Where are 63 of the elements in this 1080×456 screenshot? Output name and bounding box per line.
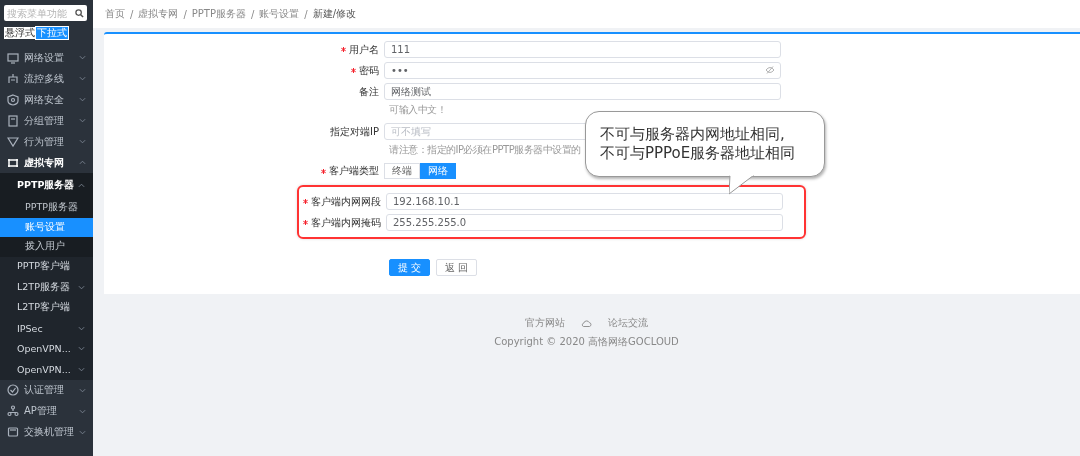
submenu-item[interactable]: PPTP服务器 xyxy=(0,198,93,218)
menu-icon xyxy=(7,72,19,85)
menu-icon xyxy=(7,426,19,438)
back-button[interactable]: 返 回 xyxy=(436,259,478,276)
input-field[interactable]: 111 xyxy=(384,41,781,58)
field-label: 备注 xyxy=(358,84,380,99)
breadcrumb-item[interactable]: 虚拟专网 xyxy=(138,7,179,21)
menu-icon xyxy=(7,93,19,106)
input-field[interactable]: 255.255.255.0 xyxy=(386,214,783,231)
mode-tab[interactable]: 悬浮式 xyxy=(4,27,36,39)
menu-icon xyxy=(7,384,19,396)
submenu-item[interactable]: IPSec xyxy=(0,318,93,339)
menu-item[interactable]: 虚拟专网 xyxy=(0,152,93,173)
eye-hidden-icon[interactable] xyxy=(765,66,775,74)
hint-text: 可输入中文！ xyxy=(389,104,446,115)
field-label: 密码 xyxy=(104,63,384,78)
submenu-item[interactable]: L2TP客户端 xyxy=(0,297,93,318)
submenu-item[interactable]: 拨入用户 xyxy=(0,237,93,257)
menu-item[interactable]: 交换机管理 xyxy=(0,421,93,443)
menu-icon xyxy=(7,135,19,148)
menu-icon xyxy=(7,405,19,417)
field-label: 客户端内网掩码 xyxy=(299,215,386,230)
breadcrumb-item: 新建/修改 xyxy=(312,7,357,21)
required-icon xyxy=(321,168,326,174)
breadcrumb-separator: / xyxy=(130,8,134,20)
required-icon xyxy=(303,220,308,225)
menu-item[interactable]: 流控多线 xyxy=(0,68,93,89)
cloud-icon xyxy=(581,319,592,327)
hint-text: 请注意：指定的IP必须在PPTP服务器中设置的 xyxy=(389,144,581,155)
copyright-text: Copyright © 2020 高恪网络GOCLOUD xyxy=(494,335,679,349)
menu-item[interactable]: 网络设置 xyxy=(0,47,93,68)
menu-item[interactable]: 分组管理 xyxy=(0,110,93,131)
search-icon xyxy=(75,8,84,18)
menu-icon xyxy=(7,156,19,169)
field-label: 客户端类型 xyxy=(104,164,384,178)
field-label: 客户端内网网段 xyxy=(299,194,386,209)
submenu-item[interactable]: PPTP客户端 xyxy=(0,256,93,277)
breadcrumb-separator: / xyxy=(250,8,255,20)
menu-item[interactable]: 认证管理 xyxy=(0,379,93,401)
type-option[interactable]: 终端 xyxy=(384,163,420,179)
required-icon xyxy=(341,47,346,52)
menu-item[interactable]: 行为管理 xyxy=(0,131,93,152)
menu-item[interactable]: AP管理 xyxy=(0,400,93,422)
input-field[interactable]: 网络测试 xyxy=(384,83,781,100)
menu-item[interactable]: 网络安全 xyxy=(0,89,93,110)
breadcrumb-separator: / xyxy=(304,8,308,20)
menu-icon xyxy=(7,114,19,127)
breadcrumb-separator: / xyxy=(183,8,187,20)
field-label: 用户名 xyxy=(104,42,384,57)
field-label: 指定对端IP xyxy=(329,124,380,139)
submenu-item[interactable]: PPTP服务器 xyxy=(0,173,93,198)
breadcrumb-item[interactable]: 首页 xyxy=(105,7,125,21)
password-field[interactable]: ••• xyxy=(384,62,781,79)
callout-text: 不可与PPPoE服务器地址相同 xyxy=(600,144,797,163)
search-field[interactable]: 搜索菜单功能 xyxy=(4,5,87,21)
required-icon xyxy=(303,199,308,204)
breadcrumb-item[interactable]: 账号设置 xyxy=(259,7,300,21)
submenu-item[interactable]: L2TP服务器 xyxy=(0,277,93,298)
submenu-item[interactable]: OpenVPN... xyxy=(0,359,93,380)
menu-icon xyxy=(7,51,19,64)
breadcrumb-item[interactable]: PPTP服务器 xyxy=(191,7,246,21)
submenu-item[interactable]: OpenVPN... xyxy=(0,338,93,359)
required-icon xyxy=(351,68,356,73)
